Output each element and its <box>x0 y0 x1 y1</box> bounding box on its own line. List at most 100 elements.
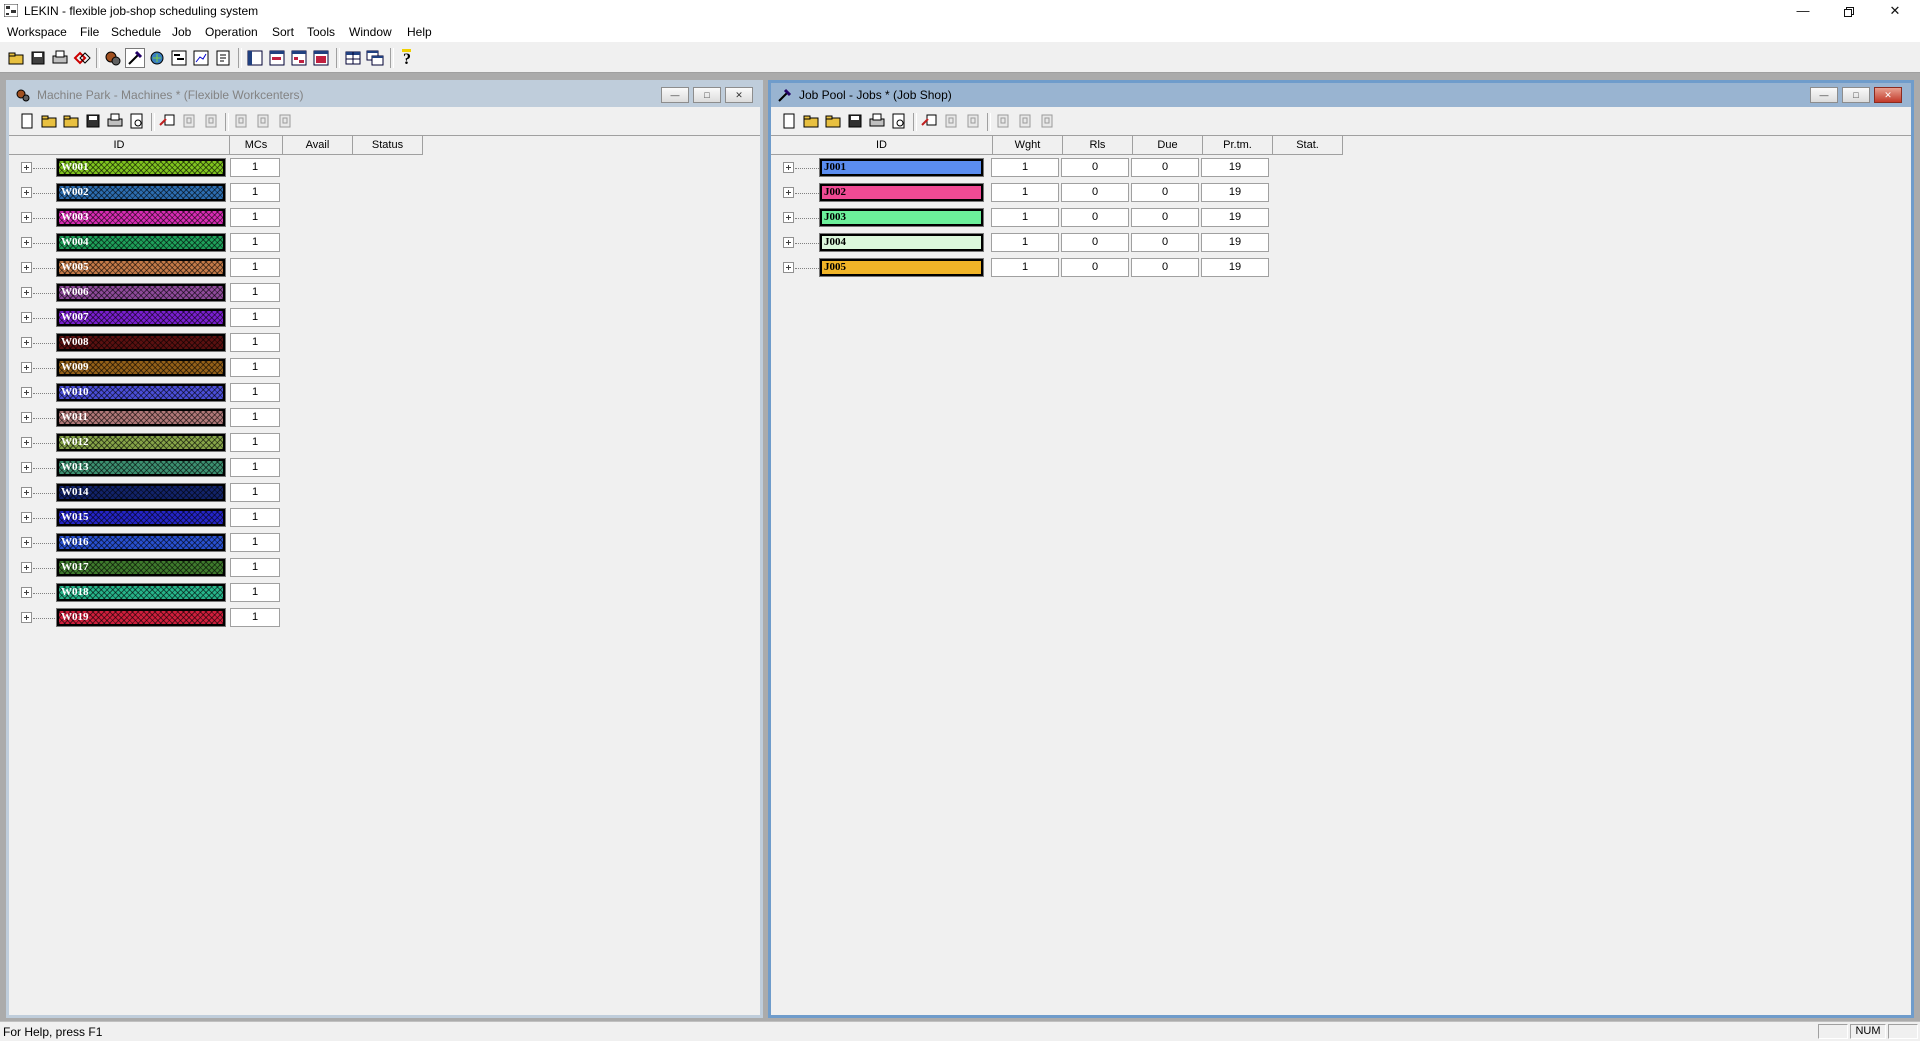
restore-button[interactable] <box>1826 0 1872 22</box>
id-color-swatch[interactable]: W001 <box>56 158 226 177</box>
table-row[interactable]: W014 1 <box>9 481 749 506</box>
job-button[interactable] <box>125 48 145 68</box>
due-cell[interactable]: 0 <box>1131 258 1199 277</box>
move-up-button[interactable] <box>231 111 251 131</box>
table-row[interactable]: J003 1 0 0 19 <box>771 206 1891 231</box>
open-workspace-button[interactable] <box>6 48 26 68</box>
window-button[interactable] <box>365 48 385 68</box>
expand-icon[interactable] <box>21 387 32 398</box>
edit-button[interactable] <box>179 111 199 131</box>
delete-button[interactable] <box>201 111 221 131</box>
save-button[interactable] <box>83 111 103 131</box>
job-window-minimize-button[interactable]: — <box>1810 87 1838 103</box>
column-header-due[interactable]: Due <box>1133 136 1203 155</box>
prtm-cell[interactable]: 19 <box>1201 233 1269 252</box>
help-button[interactable]: ? <box>397 48 417 68</box>
menu-operation[interactable]: Operation <box>205 25 258 39</box>
table-row[interactable]: W002 1 <box>9 181 749 206</box>
wght-cell[interactable]: 1 <box>991 233 1059 252</box>
job-window-maximize-button[interactable]: □ <box>1842 87 1870 103</box>
expand-icon[interactable] <box>21 512 32 523</box>
chart-button[interactable] <box>191 48 211 68</box>
expand-icon[interactable] <box>783 212 794 223</box>
save-button[interactable] <box>845 111 865 131</box>
expand-icon[interactable] <box>21 212 32 223</box>
due-cell[interactable]: 0 <box>1131 183 1199 202</box>
table-row[interactable]: J002 1 0 0 19 <box>771 181 1891 206</box>
column-header-prtm[interactable]: Pr.tm. <box>1203 136 1273 155</box>
rls-cell[interactable]: 0 <box>1061 183 1129 202</box>
id-color-swatch[interactable]: W007 <box>56 308 226 327</box>
expand-icon[interactable] <box>21 237 32 248</box>
expand-icon[interactable] <box>21 462 32 473</box>
id-color-swatch[interactable]: W011 <box>56 408 226 427</box>
minimize-button[interactable]: — <box>1780 0 1826 22</box>
column-header-avail[interactable]: Avail <box>283 136 353 155</box>
prtm-cell[interactable]: 19 <box>1201 158 1269 177</box>
mcs-cell[interactable]: 1 <box>230 583 280 602</box>
expand-icon[interactable] <box>21 612 32 623</box>
schedule-button[interactable] <box>147 48 167 68</box>
mcs-cell[interactable]: 1 <box>230 233 280 252</box>
print-button[interactable] <box>867 111 887 131</box>
id-color-swatch[interactable]: W010 <box>56 383 226 402</box>
column-header-id[interactable]: ID <box>9 136 230 155</box>
prtm-cell[interactable]: 19 <box>1201 208 1269 227</box>
expand-icon[interactable] <box>783 262 794 273</box>
id-color-swatch[interactable]: W003 <box>56 208 226 227</box>
id-color-swatch[interactable]: J005 <box>819 258 984 277</box>
rls-cell[interactable]: 0 <box>1061 208 1129 227</box>
tile-button[interactable] <box>289 48 309 68</box>
mcs-cell[interactable]: 1 <box>230 258 280 277</box>
mcs-cell[interactable]: 1 <box>230 558 280 577</box>
job-pool-window[interactable]: Job Pool - Jobs * (Job Shop) — □ ✕ ID Wg… <box>768 80 1914 1018</box>
menu-schedule[interactable]: Schedule <box>111 25 161 39</box>
mcs-cell[interactable]: 1 <box>230 183 280 202</box>
expand-icon[interactable] <box>21 312 32 323</box>
table-row[interactable]: W008 1 <box>9 331 749 356</box>
menu-tools[interactable]: Tools <box>307 25 335 39</box>
job-window-titlebar[interactable]: Job Pool - Jobs * (Job Shop) — □ ✕ <box>771 83 1911 107</box>
expand-icon[interactable] <box>21 287 32 298</box>
open-button[interactable] <box>801 111 821 131</box>
id-color-swatch[interactable]: W013 <box>56 458 226 477</box>
table-row[interactable]: W007 1 <box>9 306 749 331</box>
id-color-swatch[interactable]: W017 <box>56 558 226 577</box>
new-button[interactable] <box>17 111 37 131</box>
rls-cell[interactable]: 0 <box>1061 233 1129 252</box>
id-color-swatch[interactable]: J003 <box>819 208 984 227</box>
table-row[interactable]: W016 1 <box>9 531 749 556</box>
id-color-swatch[interactable]: W008 <box>56 333 226 352</box>
close-button[interactable]: ✕ <box>1872 0 1918 22</box>
due-cell[interactable]: 0 <box>1131 208 1199 227</box>
mcs-cell[interactable]: 1 <box>230 333 280 352</box>
menu-window[interactable]: Window <box>349 25 392 39</box>
prtm-cell[interactable]: 19 <box>1201 183 1269 202</box>
column-header-status[interactable]: Status <box>353 136 423 155</box>
id-color-swatch[interactable]: W015 <box>56 508 226 527</box>
id-color-swatch[interactable]: W004 <box>56 233 226 252</box>
sequence-button[interactable] <box>72 48 92 68</box>
wght-cell[interactable]: 1 <box>991 183 1059 202</box>
open-folder-button[interactable] <box>61 111 81 131</box>
open-folder-button[interactable] <box>823 111 843 131</box>
id-color-swatch[interactable]: W016 <box>56 533 226 552</box>
mcs-cell[interactable]: 1 <box>230 308 280 327</box>
table-row[interactable]: W019 1 <box>9 606 749 631</box>
due-cell[interactable]: 0 <box>1131 233 1199 252</box>
column-header-id[interactable]: ID <box>771 136 993 155</box>
column-header-wght[interactable]: Wght <box>993 136 1063 155</box>
mcs-cell[interactable]: 1 <box>230 158 280 177</box>
machine-window-maximize-button[interactable]: □ <box>693 87 721 103</box>
id-color-swatch[interactable]: W009 <box>56 358 226 377</box>
due-cell[interactable]: 0 <box>1131 158 1199 177</box>
menu-help[interactable]: Help <box>407 25 432 39</box>
print-button[interactable] <box>105 111 125 131</box>
machine-window-titlebar[interactable]: Machine Park - Machines * (Flexible Work… <box>9 83 760 107</box>
table-row[interactable]: W018 1 <box>9 581 749 606</box>
table-row[interactable]: W013 1 <box>9 456 749 481</box>
machine-button[interactable] <box>103 48 123 68</box>
mcs-cell[interactable]: 1 <box>230 408 280 427</box>
mcs-cell[interactable]: 1 <box>230 283 280 302</box>
move-top-button[interactable] <box>1037 111 1057 131</box>
